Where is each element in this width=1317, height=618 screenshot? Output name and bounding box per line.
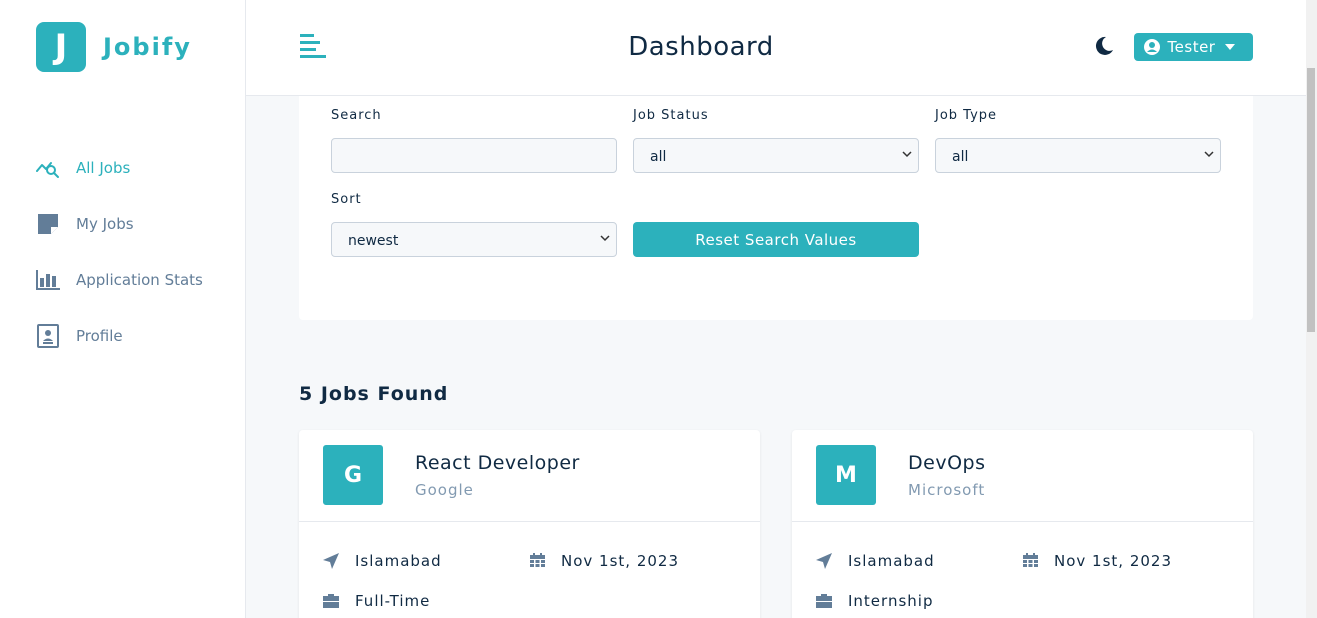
job-status-select[interactable]: all bbox=[633, 138, 919, 173]
search-label: Search bbox=[331, 108, 382, 123]
job-type-value: all bbox=[952, 149, 969, 165]
sidebar: J Jobify All Jobs My Jobs Application St… bbox=[0, 0, 246, 618]
sidebar-item-stats[interactable]: Application Stats bbox=[36, 252, 203, 308]
sidebar-nav: All Jobs My Jobs Application Stats Profi… bbox=[36, 140, 203, 364]
top-navbar: Dashboard Tester bbox=[246, 0, 1306, 96]
location-arrow-icon bbox=[323, 553, 339, 569]
job-location: Islamabad bbox=[816, 552, 935, 570]
sidebar-item-label: All Jobs bbox=[76, 159, 131, 177]
page-title: Dashboard bbox=[628, 32, 774, 62]
job-date-text: Nov 1st, 2023 bbox=[561, 552, 679, 570]
search-input[interactable] bbox=[331, 138, 617, 173]
jobs-found-heading: 5 Jobs Found bbox=[299, 383, 449, 405]
scrollbar-thumb[interactable] bbox=[1307, 68, 1315, 332]
job-card-header: M DevOps Microsoft bbox=[792, 430, 1253, 522]
chevron-down-icon bbox=[600, 235, 610, 242]
job-date: Nov 1st, 2023 bbox=[530, 552, 679, 570]
id-card-icon bbox=[36, 324, 60, 348]
job-card: M DevOps Microsoft Islamabad Nov 1st, 20… bbox=[792, 430, 1253, 618]
job-type-text: Internship bbox=[848, 592, 934, 610]
job-type-text: Full-Time bbox=[355, 592, 431, 610]
calendar-icon bbox=[530, 553, 545, 567]
job-company: Google bbox=[415, 481, 474, 499]
job-status-label: Job Status bbox=[633, 108, 709, 123]
job-type: Full-Time bbox=[323, 592, 430, 610]
job-company: Microsoft bbox=[908, 481, 986, 499]
user-menu-button[interactable]: Tester bbox=[1134, 33, 1253, 61]
sidebar-item-all-jobs[interactable]: All Jobs bbox=[36, 140, 203, 196]
caret-down-icon bbox=[1225, 44, 1236, 50]
job-location: Islamabad bbox=[323, 552, 442, 570]
chevron-down-icon bbox=[902, 151, 912, 158]
job-position: React Developer bbox=[415, 452, 580, 474]
chevron-down-icon bbox=[1204, 151, 1214, 158]
briefcase-icon bbox=[323, 594, 339, 608]
job-status-value: all bbox=[650, 149, 667, 165]
logo-mark: J bbox=[36, 22, 86, 72]
app-root: J Jobify All Jobs My Jobs Application St… bbox=[0, 0, 1317, 618]
sticky-note-icon bbox=[36, 212, 60, 236]
user-circle-icon bbox=[1143, 39, 1160, 55]
job-card-header: G React Developer Google bbox=[299, 430, 760, 522]
search-form: Search Job Status all Job Type all Sort … bbox=[299, 96, 1253, 320]
sidebar-item-label: Profile bbox=[76, 327, 123, 345]
location-arrow-icon bbox=[816, 553, 832, 569]
company-avatar: G bbox=[323, 445, 383, 505]
job-position: DevOps bbox=[908, 452, 986, 474]
sort-label: Sort bbox=[331, 192, 362, 207]
user-name: Tester bbox=[1167, 38, 1216, 56]
logo[interactable]: J Jobify bbox=[36, 22, 192, 72]
page-scrollbar[interactable] bbox=[1306, 0, 1317, 618]
theme-toggle-button[interactable] bbox=[1094, 36, 1116, 58]
job-type-select[interactable]: all bbox=[935, 138, 1221, 173]
job-card: G React Developer Google Islamabad Nov 1… bbox=[299, 430, 760, 618]
moon-icon bbox=[1095, 36, 1113, 55]
sidebar-item-label: Application Stats bbox=[76, 271, 203, 289]
reset-search-button[interactable]: Reset Search Values bbox=[633, 222, 919, 257]
main-content: Search Job Status all Job Type all Sort … bbox=[246, 96, 1306, 618]
sidebar-item-label: My Jobs bbox=[76, 215, 134, 233]
job-type: Internship bbox=[816, 592, 933, 610]
chart-search-icon bbox=[36, 156, 60, 180]
company-avatar: M bbox=[816, 445, 876, 505]
sort-select[interactable]: newest bbox=[331, 222, 617, 257]
calendar-icon bbox=[1023, 553, 1038, 567]
job-date: Nov 1st, 2023 bbox=[1023, 552, 1172, 570]
sidebar-item-my-jobs[interactable]: My Jobs bbox=[36, 196, 203, 252]
sort-value: newest bbox=[348, 233, 399, 249]
job-type-label: Job Type bbox=[935, 108, 998, 123]
sidebar-item-profile[interactable]: Profile bbox=[36, 308, 203, 364]
logo-text: Jobify bbox=[103, 33, 192, 61]
briefcase-icon bbox=[816, 594, 832, 608]
job-location-text: Islamabad bbox=[848, 552, 935, 570]
job-location-text: Islamabad bbox=[355, 552, 442, 570]
job-date-text: Nov 1st, 2023 bbox=[1054, 552, 1172, 570]
bar-chart-icon bbox=[36, 268, 60, 292]
